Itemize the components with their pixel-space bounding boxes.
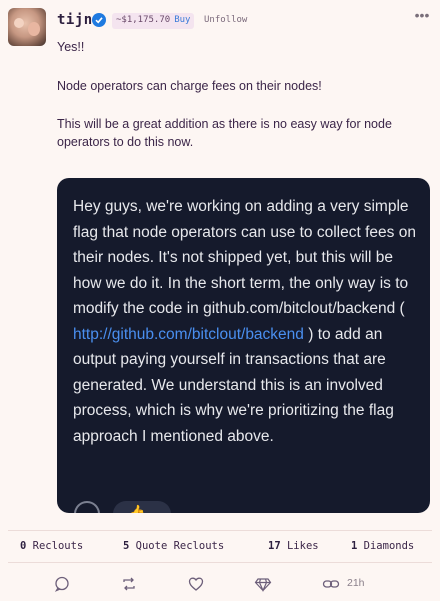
unfollow-button[interactable]: Unfollow	[204, 15, 247, 25]
post-text-line-2: Node operators can charge fees on their …	[57, 79, 322, 93]
reclout-icon[interactable]	[120, 575, 138, 593]
divider	[8, 562, 432, 563]
thumbs-up-reaction-icon: 👍	[113, 501, 171, 513]
username[interactable]: tijn	[57, 12, 93, 28]
add-reaction-icon	[74, 501, 100, 513]
quote-reclouts-label: Quote Reclouts	[135, 540, 225, 552]
diamond-icon[interactable]	[254, 575, 272, 593]
embedded-text-after: ) to add an output paying yourself in tr…	[73, 325, 394, 445]
comment-icon[interactable]	[53, 575, 71, 593]
post-card: tijn ~$1,175.70 Buy Unfollow ••• Yes!! No…	[0, 0, 440, 601]
embedded-text-before: Hey guys, we're working on adding a very…	[73, 198, 416, 317]
likes-count: 17	[268, 540, 281, 552]
avatar[interactable]	[8, 8, 46, 46]
reclouts-count: 0	[20, 540, 27, 552]
link-icon[interactable]	[322, 575, 340, 593]
heart-icon[interactable]	[187, 575, 205, 593]
avatar-face-left	[14, 18, 24, 28]
likes-stat[interactable]: 17 Likes	[268, 540, 319, 552]
verified-icon	[92, 13, 106, 27]
diamonds-count: 1	[351, 540, 358, 552]
reclouts-stat[interactable]: 0 Reclouts	[20, 540, 83, 552]
post-text-line-3: This will be a great addition as there i…	[57, 117, 392, 149]
likes-label: Likes	[286, 540, 319, 552]
embedded-message: Hey guys, we're working on adding a very…	[73, 194, 418, 449]
price-value: ~$1,175.70	[116, 15, 171, 25]
diamonds-stat[interactable]: 1 Diamonds	[351, 540, 414, 552]
ellipsis-icon[interactable]: •••	[414, 8, 430, 26]
reclouts-label: Reclouts	[32, 540, 84, 552]
avatar-face-right	[28, 22, 40, 36]
embedded-link[interactable]: http://github.com/bitclout/backend	[73, 326, 304, 343]
buy-button[interactable]: Buy	[174, 15, 190, 25]
diamonds-label: Diamonds	[363, 540, 415, 552]
quote-reclouts-stat[interactable]: 5 Quote Reclouts	[123, 540, 224, 552]
quote-reclouts-count: 5	[123, 540, 130, 552]
creator-coin-price: ~$1,175.70 Buy	[112, 13, 195, 29]
post-timestamp: 21h	[347, 577, 365, 589]
embedded-image[interactable]: Hey guys, we're working on adding a very…	[57, 178, 430, 513]
divider	[8, 530, 432, 531]
post-text-line-1: Yes!!	[57, 40, 85, 54]
